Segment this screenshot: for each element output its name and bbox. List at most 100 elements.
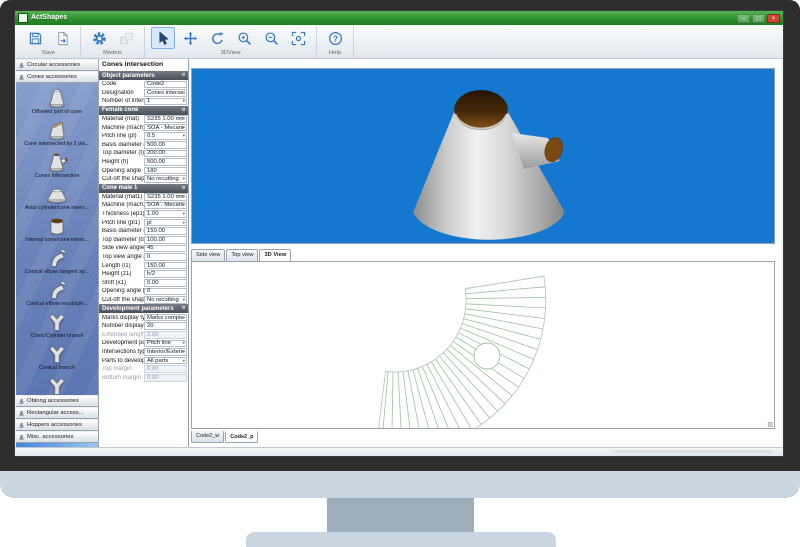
section-pin-icon[interactable]: ¤ <box>182 304 185 313</box>
zoom-out-button[interactable] <box>259 27 283 49</box>
category-hoppers-accessories[interactable]: Hoppers accessories <box>16 419 98 431</box>
rotate-icon <box>210 31 225 46</box>
param-field[interactable]: Marks complete▾ <box>144 314 187 322</box>
section-header-object-parameters[interactable]: Object parameters¤ <box>99 71 188 80</box>
param-field[interactable]: 45 <box>144 245 187 253</box>
tab-top-view[interactable]: Top view <box>226 249 258 261</box>
chevron-down-icon[interactable]: ▾ <box>183 133 185 139</box>
param-field[interactable]: S235 1.00 mm▾ <box>144 115 187 123</box>
sidebar-item-conical-branch-2[interactable]: Conical branch 2 <box>18 372 96 395</box>
chevron-down-icon[interactable]: ▾ <box>183 176 185 182</box>
zoom-in-button[interactable] <box>232 27 256 49</box>
sidebar-item-offseted-part-of-cone[interactable]: Offseted part of cone <box>18 84 96 116</box>
development-view[interactable]: ▨ <box>191 261 775 429</box>
param-field[interactable]: Code2 <box>144 81 187 89</box>
parameters-body: Object parameters¤CodeCode2DesignationCo… <box>99 71 188 382</box>
chevron-down-icon[interactable]: ▾ <box>183 358 185 364</box>
category-rectangular-access-[interactable]: Rectangular access... <box>16 407 98 419</box>
param-field[interactable]: Interior/Exterior▾ <box>144 348 187 356</box>
sidebar-item-axial-cylinder-cone-inters-[interactable]: Axial cylinder/cone inters... <box>18 180 96 212</box>
toolbar: SaveModels3DView?Help <box>15 25 783 59</box>
chevron-down-icon[interactable]: ▾ <box>183 211 185 217</box>
cone-cut-icon <box>44 119 70 141</box>
param-field[interactable]: 0.00 <box>144 279 187 287</box>
param-field[interactable]: Pitch line▾ <box>144 340 187 348</box>
param-field[interactable]: 1▾ <box>144 98 187 106</box>
chevron-down-icon[interactable]: ▾ <box>183 194 185 200</box>
category-oblong-accessories[interactable]: Oblong accessories <box>16 395 98 407</box>
models-button[interactable] <box>114 27 138 49</box>
rotate-button[interactable] <box>205 27 229 49</box>
category-circular-accessories[interactable]: Circular accessories <box>16 59 98 71</box>
chevron-down-icon[interactable]: ▾ <box>183 98 185 104</box>
minimize-button[interactable]: – <box>737 14 750 23</box>
param-field[interactable]: pl▾ <box>144 219 187 227</box>
param-field[interactable]: 150.00 <box>144 262 187 270</box>
svg-text:?: ? <box>333 34 338 43</box>
pan-button[interactable] <box>178 27 202 49</box>
chevron-down-icon[interactable]: ▾ <box>183 116 185 122</box>
sidebar-item-conical-elbow-tangent-sp-[interactable]: Conical elbow tangent sp... <box>18 244 96 276</box>
maximize-button[interactable]: □ <box>752 14 765 23</box>
param-field[interactable]: h/2 <box>144 270 187 278</box>
view3d-canvas[interactable] <box>191 68 775 244</box>
help-button[interactable]: ? <box>323 27 347 49</box>
save-button[interactable] <box>23 27 47 49</box>
param-field[interactable]: All parts▾ <box>144 357 187 365</box>
param-field[interactable]: No recutting▾ <box>144 296 187 304</box>
settings-button[interactable] <box>87 27 111 49</box>
sidebar-item-cones-intersection[interactable]: Cones intersection <box>18 148 96 180</box>
param-field[interactable]: 200.00 <box>144 150 187 158</box>
param-field[interactable]: 500.00 <box>144 141 187 149</box>
section-header-female-cone[interactable]: Female cone¤ <box>99 106 188 115</box>
section-header-development-parameters[interactable]: Development parameters¤ <box>99 304 188 313</box>
sidebar-item-conical-elbow-recut-sph-[interactable]: Conical elbow recut/sph... <box>18 276 96 308</box>
param-field[interactable]: SOA - Mecanumeric (2▾ <box>144 202 187 210</box>
close-button[interactable]: × <box>767 14 780 23</box>
sidebar-item-internal-cone-cone-inters-[interactable]: Internal cone/cone inters... <box>18 212 96 244</box>
sidebar-item-label: Internal cone/cone inters... <box>25 237 89 244</box>
param-field[interactable]: SOA - Mecanumeric (2▾ <box>144 124 187 132</box>
tab-side-view[interactable]: Side view <box>191 249 225 261</box>
section-pin-icon[interactable]: ¤ <box>182 71 185 80</box>
tab-3d-view[interactable]: 3D View <box>259 249 291 261</box>
param-field[interactable]: 0.5▾ <box>144 132 187 140</box>
category-cones-accessories[interactable]: Cones accessories <box>16 71 98 83</box>
chevron-down-icon[interactable]: ▾ <box>183 220 185 226</box>
parameters-title: Cones intersection <box>99 59 188 71</box>
param-field[interactable]: Cones intersection <box>144 89 187 97</box>
sidebar-item-conic-cylinder-branch[interactable]: Conic/Cylinder branch <box>18 308 96 340</box>
doc-tab-code2_p[interactable]: Code2_p <box>225 431 258 443</box>
sidebar-item-conical-branch[interactable]: Conical branch <box>18 340 96 372</box>
param-field[interactable]: 180 <box>144 167 187 175</box>
param-row: Height (z1)h/2 <box>99 270 188 279</box>
param-field[interactable]: No recutting▾ <box>144 175 187 183</box>
param-label: Cut-off the shape ? <box>102 297 144 303</box>
param-field[interactable]: 1.00▾ <box>144 210 187 218</box>
section-header-cone-male-1[interactable]: Cone male 1¤ <box>99 184 188 193</box>
param-field[interactable]: 20 <box>144 322 187 330</box>
doc-tab-code2_w[interactable]: Code2_w <box>191 431 224 443</box>
section-pin-icon[interactable]: ¤ <box>182 184 185 193</box>
select-button[interactable] <box>151 27 175 49</box>
param-field[interactable]: 500.00 <box>144 158 187 166</box>
category-misc-accessories[interactable]: Misc. accessories <box>16 431 98 443</box>
zoom-fit-button[interactable] <box>286 27 310 49</box>
save-as-button[interactable] <box>50 27 74 49</box>
param-field[interactable]: 150.00 <box>144 227 187 235</box>
chevron-down-icon[interactable]: ▾ <box>183 349 185 355</box>
sidebar-item-cone-intersected-by-2-pla-[interactable]: Cone intersected by 2 pla... <box>18 116 96 148</box>
resize-corner-icon[interactable]: ▨ <box>767 422 773 428</box>
param-field[interactable]: 100.00 <box>144 236 187 244</box>
sidebar-item-label: Conical elbow tangent sp... <box>25 269 90 276</box>
param-field[interactable]: 0 <box>144 288 187 296</box>
chevron-down-icon[interactable]: ▾ <box>183 125 185 131</box>
chevron-down-icon[interactable]: ▾ <box>183 202 185 208</box>
chevron-down-icon[interactable]: ▾ <box>183 340 185 346</box>
param-row: Top view angle (b1)0 <box>99 253 188 262</box>
section-pin-icon[interactable]: ¤ <box>182 106 185 115</box>
param-field[interactable]: 0 <box>144 253 187 261</box>
chevron-down-icon[interactable]: ▾ <box>183 315 185 321</box>
chevron-down-icon[interactable]: ▾ <box>183 297 185 303</box>
param-field[interactable]: S235 1.00 mm▾ <box>144 193 187 201</box>
